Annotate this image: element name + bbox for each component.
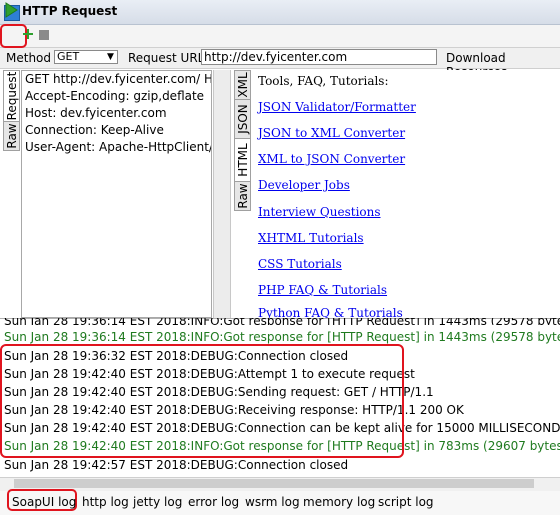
request-line: Host: dev.fyicenter.com (25, 106, 167, 120)
html-heading: Tools, FAQ, Tutorials: (258, 74, 389, 88)
request-line: Connection: Keep-Alive (25, 123, 164, 137)
tab-response-raw[interactable]: Raw (234, 181, 251, 211)
method-label: Method (6, 51, 52, 65)
link-interview-questions[interactable]: Interview Questions (258, 205, 381, 219)
tab-json[interactable]: JSON (234, 99, 251, 139)
tab-wsrm-log[interactable]: wsrm log (245, 495, 300, 509)
tab-request-raw-label: Raw (4, 123, 19, 149)
link-python-faq[interactable]: Python FAQ & Tutorials (258, 306, 403, 318)
link-css-tutorials[interactable]: CSS Tutorials (258, 257, 342, 271)
link-developer-jobs[interactable]: Developer Jobs (258, 178, 350, 192)
tab-xml[interactable]: XML (234, 70, 251, 100)
request-url-input[interactable]: http://dev.fyicenter.com (201, 49, 437, 65)
stop-icon[interactable] (39, 30, 49, 40)
link-json-to-xml[interactable]: JSON to XML Converter (258, 126, 405, 140)
tab-html-label: HTML (235, 143, 250, 177)
chevron-down-icon[interactable]: ▼ (107, 52, 114, 62)
scrollbar-thumb[interactable] (14, 479, 534, 488)
request-line: User-Agent: Apache-HttpClient/4.1 (25, 140, 212, 154)
log-line: Sun Jan 28 19:42:57 EST 2018:DEBUG:Conne… (4, 458, 349, 472)
tab-request-label: Request (4, 71, 19, 121)
tab-soapui-log[interactable]: SoapUI log (12, 495, 76, 509)
request-line: GET http://dev.fyicenter.com/ HTTP (25, 72, 211, 86)
tab-request-raw[interactable]: Raw (3, 121, 20, 151)
add-step-icon[interactable] (23, 29, 33, 39)
tab-xml-label: XML (235, 72, 250, 98)
request-line: Accept-Encoding: gzip,deflate (25, 89, 205, 103)
tab-response-raw-label: Raw (235, 183, 250, 209)
log-line-partial: Sun Jan 28 19:36:14 EST 2018:INFO:Got re… (4, 318, 560, 325)
link-xhtml-tutorials[interactable]: XHTML Tutorials (258, 231, 364, 245)
run-icon[interactable] (3, 2, 19, 18)
link-json-validator[interactable]: JSON Validator/Formatter (258, 100, 416, 114)
link-xml-to-json[interactable]: XML to JSON Converter (258, 152, 405, 166)
tab-http-log[interactable]: http log (82, 495, 129, 509)
log-highlight-box (0, 344, 404, 458)
tab-script-log[interactable]: script log (378, 495, 434, 509)
tab-request[interactable]: Request (3, 70, 20, 122)
raw-request-pane[interactable]: GET http://dev.fyicenter.com/ HTTP Accep… (21, 70, 212, 318)
tab-error-log[interactable]: error log (188, 495, 239, 509)
request-url-label: Request URL: (128, 51, 209, 65)
tab-html[interactable]: HTML (234, 138, 251, 182)
link-php-faq[interactable]: PHP FAQ & Tutorials (258, 283, 387, 297)
tab-jetty-log[interactable]: jetty log (133, 495, 182, 509)
window-title: HTTP Request (22, 4, 118, 18)
tab-memory-log[interactable]: memory log (303, 495, 375, 509)
toolbar (0, 25, 560, 48)
pane-splitter[interactable] (213, 70, 231, 318)
tab-json-label: JSON (235, 104, 250, 134)
